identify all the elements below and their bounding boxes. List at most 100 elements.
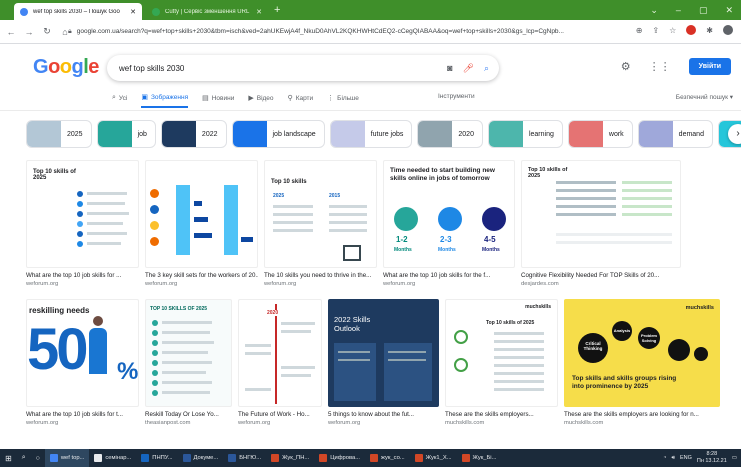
result-thumbnail[interactable]: muchskills Critical Thinking Analysis Pr… xyxy=(564,299,720,407)
forward-icon[interactable]: → xyxy=(22,27,36,37)
tab-google-search[interactable]: wef top skills 2030 – Пошук Goo ✕ xyxy=(14,3,142,20)
related-search-chip[interactable]: job landscape xyxy=(231,120,325,148)
tab-cutty[interactable]: Cutty | Сервіс зменшення URL ✕ xyxy=(146,3,268,20)
search-tab-3[interactable]: ▤ Новини xyxy=(202,93,234,108)
notifications-icon[interactable]: ▭ xyxy=(732,455,737,461)
result-title[interactable]: 5 things to know about the fut... xyxy=(328,411,439,418)
related-search-chip[interactable]: 2025 xyxy=(26,120,92,148)
result-thumbnail[interactable]: muchskills Top 10 skills of 2025 xyxy=(445,299,558,407)
network-icon[interactable]: ◔ xyxy=(663,455,666,461)
result-title[interactable]: What are the top 10 job skills for the f… xyxy=(383,272,515,279)
chevron-right-icon[interactable]: › xyxy=(728,124,741,144)
taskbar-app[interactable]: Докуме... xyxy=(178,449,224,467)
result-thumbnail[interactable]: 2020 xyxy=(238,299,322,407)
minimize-icon[interactable]: – xyxy=(676,3,681,17)
result-title[interactable]: These are the skills employers... xyxy=(445,411,558,418)
taskbar-app[interactable]: Жук_Бі... xyxy=(457,449,502,467)
google-logo[interactable]: Google xyxy=(33,56,99,79)
image-result[interactable]: muchskills Top 10 skills of 2025 These a… xyxy=(445,299,558,426)
close-tab-icon[interactable]: ✕ xyxy=(256,8,262,16)
related-search-chip[interactable]: work xyxy=(567,120,633,148)
result-thumbnail[interactable]: Top 10 skills 2025 2015 xyxy=(264,160,377,268)
taskbar-app[interactable]: wef top... xyxy=(44,449,90,467)
result-thumbnail[interactable]: reskilling needs 50 % xyxy=(26,299,139,407)
image-result[interactable]: 2020 The Future of Work - Ho... weforum.… xyxy=(238,299,322,426)
safe-search-toggle[interactable]: Безпечний пошук ▾ xyxy=(676,93,733,101)
search-tab-2[interactable]: ▣ Зображення xyxy=(141,93,189,108)
result-title[interactable]: What are the top 10 job skills for t... xyxy=(26,411,139,418)
related-search-chip[interactable]: job xyxy=(96,120,156,148)
chevron-down-icon[interactable]: ⌄ xyxy=(650,3,658,17)
zoom-icon[interactable]: ⊕ xyxy=(636,26,643,35)
clock[interactable]: 8:28 Пн 13.12.21 xyxy=(697,451,727,465)
tools-button[interactable]: Інструменти xyxy=(438,93,475,100)
result-thumbnail[interactable]: Top 10 skills of 2025 xyxy=(521,160,681,268)
camera-icon[interactable]: ◙ xyxy=(447,63,452,73)
result-thumbnail[interactable]: Top 10 skills of 2025 xyxy=(26,160,139,268)
search-input[interactable]: wef top skills 2030 xyxy=(119,64,447,73)
image-result[interactable]: TOP 10 SKILLS OF 2025 Reskill Today Or L… xyxy=(145,299,232,426)
result-title[interactable]: The Future of Work - Ho... xyxy=(238,411,322,418)
app-label: БНГЮ... xyxy=(239,455,262,461)
taskbar-app[interactable]: ПНПУ... xyxy=(136,449,177,467)
related-search-chip[interactable]: 2020 xyxy=(417,120,483,148)
taskbar-app[interactable]: жук_со... xyxy=(365,449,410,467)
result-title[interactable]: These are the skills employers are looki… xyxy=(564,411,720,418)
related-search-chip[interactable]: future jobs xyxy=(329,120,413,148)
result-title[interactable]: The 3 key skill sets for the workers of … xyxy=(145,272,258,279)
image-result[interactable]: reskilling needs 50 % What are the top 1… xyxy=(26,299,139,426)
result-thumbnail[interactable]: 2022 Skills Outlook xyxy=(328,299,439,407)
reload-icon[interactable]: ↻ xyxy=(40,26,54,37)
image-result[interactable]: Top 10 skills of 2025 What are the top 1… xyxy=(26,160,139,287)
result-title[interactable]: What are the top 10 job skills for ... xyxy=(26,272,139,279)
image-result[interactable]: Top 10 skills of 2025 Cognitive Flexibil… xyxy=(521,160,681,287)
search-icon[interactable]: ⌕ xyxy=(17,449,31,467)
taskbar-app[interactable]: БНГЮ... xyxy=(223,449,266,467)
search-tab-6[interactable]: ⋮ Більше xyxy=(327,93,359,108)
image-result[interactable]: Time needed to start building new skills… xyxy=(383,160,515,287)
image-result[interactable]: The 3 key skill sets for the workers of … xyxy=(145,160,258,287)
close-window-icon[interactable]: ✕ xyxy=(725,3,733,17)
result-thumbnail[interactable]: Time needed to start building new skills… xyxy=(383,160,515,268)
extension-icon[interactable] xyxy=(686,25,697,35)
puzzle-icon[interactable]: ✱ xyxy=(706,26,713,35)
related-search-chip[interactable]: demand xyxy=(637,120,713,148)
apps-grid-icon[interactable]: ⋮⋮ xyxy=(649,60,671,73)
search-box[interactable]: wef top skills 2030 ◙ 🎤︎ ⌕ xyxy=(107,55,499,81)
language-indicator[interactable]: ENG xyxy=(680,455,692,461)
cortana-icon[interactable]: ○ xyxy=(31,449,45,467)
new-tab-button[interactable]: + xyxy=(274,3,280,17)
star-icon[interactable]: ☆ xyxy=(669,26,676,35)
close-tab-icon[interactable]: ✕ xyxy=(130,8,136,16)
search-tab-4[interactable]: ▶ Відео xyxy=(248,93,273,108)
image-result[interactable]: 2022 Skills Outlook 5 things to know abo… xyxy=(328,299,439,426)
result-title[interactable]: Cognitive Flexibility Needed For TOP Ski… xyxy=(521,272,681,279)
result-thumbnail[interactable] xyxy=(145,160,258,268)
result-thumbnail[interactable]: TOP 10 SKILLS OF 2025 xyxy=(145,299,232,407)
search-tab-1[interactable]: ⌕ Усі xyxy=(112,93,127,108)
windows-start-icon[interactable]: ⊞ xyxy=(0,449,17,467)
related-search-chip[interactable]: 2022 xyxy=(160,120,227,148)
image-result[interactable]: muchskills Critical Thinking Analysis Pr… xyxy=(564,299,720,426)
image-result[interactable]: Top 10 skills 2025 2015 The 10 skills yo… xyxy=(264,160,377,287)
taskbar-app[interactable]: семінар... xyxy=(89,449,136,467)
back-icon[interactable]: ← xyxy=(4,27,18,37)
address-bar[interactable]: 🔒︎ google.com.ua/search?q=wef+top+skills… xyxy=(68,23,628,40)
taskbar-app[interactable]: Жук1_Х... xyxy=(410,449,457,467)
share-icon[interactable]: ⇪ xyxy=(652,26,659,35)
maximize-icon[interactable]: ▢ xyxy=(699,3,708,17)
result-title[interactable]: Reskill Today Or Lose Yo... xyxy=(145,411,232,418)
gear-icon[interactable]: ⚙ xyxy=(621,60,631,73)
thumbnail-graphic xyxy=(162,351,208,354)
search-icon[interactable]: ⌕ xyxy=(484,63,489,74)
related-search-chip[interactable]: learning xyxy=(487,120,563,148)
sign-in-button[interactable]: Увійти xyxy=(688,58,731,75)
microphone-icon[interactable]: 🎤︎ xyxy=(463,63,474,74)
thumbnail-graphic xyxy=(273,213,313,216)
taskbar-app[interactable]: Цифрова... xyxy=(314,449,365,467)
search-tab-5[interactable]: ⚲ Карти xyxy=(288,93,314,108)
profile-avatar[interactable] xyxy=(723,25,733,35)
volume-icon[interactable]: 🔊︎ xyxy=(671,455,674,462)
taskbar-app[interactable]: Жук_ПН... xyxy=(266,449,314,467)
result-title[interactable]: The 10 skills you need to thrive in the.… xyxy=(264,272,377,279)
